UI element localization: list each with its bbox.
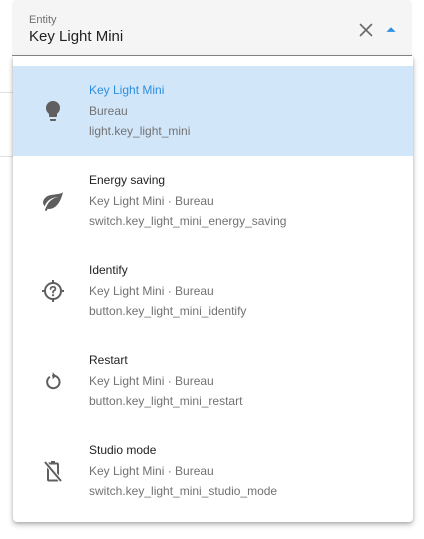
option-device-area: Key Light Mini · Bureau	[89, 464, 214, 478]
entity-dropdown-list: Key Light Mini Bureau light.key_light_mi…	[13, 56, 413, 522]
list-item[interactable]: Identify Key Light Mini · Bureau button.…	[13, 246, 413, 336]
option-entity-id: switch.key_light_mini_studio_mode	[89, 484, 278, 498]
option-entity-id: switch.key_light_mini_energy_saving	[89, 214, 287, 228]
lightbulb-icon	[41, 99, 65, 123]
entity-field-value[interactable]: Key Light Mini	[29, 28, 123, 46]
background-divider	[0, 156, 14, 157]
menu-up-icon[interactable]	[380, 19, 402, 41]
option-title: Key Light Mini	[89, 83, 165, 97]
list-item[interactable]: Key Light Mini Bureau light.key_light_mi…	[13, 66, 413, 156]
option-entity-id: light.key_light_mini	[89, 124, 191, 138]
option-entity-id: button.key_light_mini_identify	[89, 304, 247, 318]
crosshairs-question-icon	[41, 279, 65, 303]
option-title: Studio mode	[89, 443, 157, 457]
option-area: Bureau	[89, 104, 128, 118]
background-divider	[0, 92, 14, 93]
battery-off-icon	[41, 459, 65, 483]
option-title: Energy saving	[89, 173, 166, 187]
restart-icon	[41, 369, 65, 393]
option-device-area: Key Light Mini · Bureau	[89, 194, 214, 208]
option-device-area: Key Light Mini · Bureau	[89, 284, 214, 298]
list-item[interactable]: Studio mode Key Light Mini · Bureau swit…	[13, 426, 413, 516]
leaf-icon	[41, 189, 65, 213]
list-item[interactable]: Restart Key Light Mini · Bureau button.k…	[13, 336, 413, 426]
option-entity-id: button.key_light_mini_restart	[89, 394, 243, 408]
clear-icon[interactable]	[355, 19, 377, 41]
list-item[interactable]: Energy saving Key Light Mini · Bureau sw…	[13, 156, 413, 246]
option-title: Restart	[89, 353, 128, 367]
entity-combobox[interactable]: Entity Key Light Mini	[12, 0, 412, 56]
option-device-area: Key Light Mini · Bureau	[89, 374, 214, 388]
option-title: Identify	[89, 263, 128, 277]
entity-field-label: Entity	[29, 14, 57, 26]
